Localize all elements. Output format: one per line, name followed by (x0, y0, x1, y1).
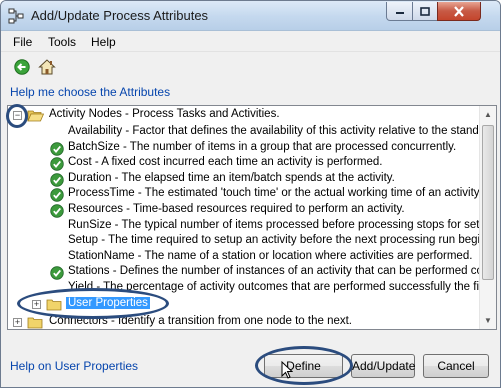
tree-item-label: StationName - The name of a station or l… (68, 249, 473, 262)
vertical-scrollbar[interactable]: ▲ ▼ (479, 106, 496, 329)
dialog-window: Add/Update Process Attributes File Tools… (0, 0, 501, 388)
checkmark-icon (50, 266, 64, 281)
checkmark-icon (50, 141, 64, 156)
tree-item-label: BatchSize - The number of items in a gro… (68, 140, 457, 153)
maximize-button[interactable] (412, 2, 438, 21)
toolbar (1, 53, 500, 81)
add-update-label: Add/Update (352, 359, 416, 373)
tree-item-label: ProcessTime - The estimated 'touch time'… (68, 187, 482, 200)
tree-item-label: Cost - A fixed cost incurred each time a… (68, 156, 383, 169)
tree-item-attribute[interactable]: RunSize - The typical number of items pr… (8, 219, 496, 234)
tree-item-attribute[interactable]: Resources - Time-based resources require… (8, 203, 478, 218)
add-update-button[interactable]: Add/Update (351, 354, 415, 378)
tree-item-label: Resources - Time-based resources require… (68, 203, 405, 215)
checkmark-icon (50, 173, 64, 187)
scroll-down-icon[interactable]: ▼ (484, 316, 492, 325)
scroll-up-icon[interactable]: ▲ (484, 110, 492, 119)
help-choose-attributes-link[interactable]: Help me choose the Attributes (10, 85, 170, 99)
close-icon (454, 5, 464, 17)
open-folder-icon (27, 110, 44, 122)
tree-item-attribute[interactable]: Stations - Defines the number of instanc… (8, 265, 496, 281)
tree-root-activity-nodes[interactable]: − Activity Nodes - Process Tasks and Act… (8, 108, 478, 123)
help-user-properties-link[interactable]: Help on User Properties (10, 359, 138, 373)
tree-item-attribute[interactable]: Setup - The time required to setup an ac… (8, 234, 495, 249)
menu-help[interactable]: Help (91, 35, 116, 49)
minimize-icon (395, 12, 404, 14)
title-bar: Add/Update Process Attributes (1, 1, 500, 31)
process-app-icon (8, 8, 24, 24)
expand-expander[interactable]: + (13, 318, 22, 327)
scroll-thumb[interactable] (482, 125, 494, 280)
tree-item-label: Stations - Defines the number of instanc… (68, 265, 497, 278)
home-icon[interactable] (38, 58, 56, 76)
annotation-ellipse-user-properties (17, 288, 169, 319)
tree-item-label: Setup - The time required to setup an ac… (68, 234, 496, 247)
tree-item-attribute[interactable]: StationName - The name of a station or l… (8, 250, 478, 265)
tree-item-attribute[interactable]: Availability - Factor that defines the a… (8, 125, 496, 140)
tree-item-attribute[interactable]: BatchSize - The number of items in a gro… (8, 141, 478, 156)
checkmark-icon (50, 157, 64, 171)
menu-bar: File Tools Help (1, 32, 500, 52)
annotation-ellipse-define (255, 346, 353, 385)
tree-item-label: RunSize - The typical number of items pr… (68, 218, 497, 231)
tree-item-attribute[interactable]: ProcessTime - The estimated 'touch time'… (8, 187, 482, 203)
tree-item-attribute[interactable]: Duration - The elapsed time an item/batc… (8, 172, 478, 187)
annotation-circle-expander (6, 104, 28, 128)
maximize-icon (420, 6, 430, 16)
back-arrow-icon[interactable] (14, 59, 30, 75)
checkmark-icon (50, 204, 64, 218)
tree-item-label: Duration - The elapsed time an item/batc… (68, 171, 395, 184)
window-title: Add/Update Process Attributes (31, 8, 209, 23)
folder-icon (27, 317, 43, 329)
menu-tools[interactable]: Tools (48, 35, 76, 49)
close-button[interactable] (437, 2, 481, 21)
menu-file[interactable]: File (13, 35, 32, 49)
tree-item-attribute[interactable]: Cost - A fixed cost incurred each time a… (8, 156, 478, 171)
cancel-label: Cancel (437, 359, 475, 373)
tree-item-label: Availability - Factor that defines the a… (68, 125, 497, 137)
minimize-button[interactable] (386, 2, 413, 21)
tree-root-label: Activity Nodes - Process Tasks and Activ… (49, 108, 280, 120)
cancel-button[interactable]: Cancel (423, 354, 489, 378)
checkmark-icon (50, 188, 64, 203)
